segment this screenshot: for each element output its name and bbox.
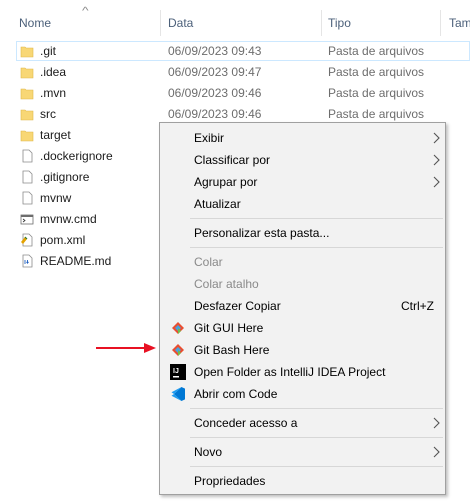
chevron-right-icon bbox=[433, 132, 440, 144]
folder-icon bbox=[20, 88, 34, 100]
folder-icon bbox=[20, 67, 34, 79]
chevron-right-icon bbox=[433, 154, 440, 166]
column-date[interactable]: Data bbox=[168, 16, 193, 30]
vscode-icon bbox=[171, 387, 185, 401]
menu-item-paste-shortcut: Colar atalho bbox=[194, 277, 259, 291]
folder-icon bbox=[20, 130, 34, 142]
column-header: ^ Nome Data Tipo Tam bbox=[0, 0, 470, 40]
menu-separator bbox=[190, 218, 443, 219]
menu-item-properties[interactable]: Propriedades bbox=[160, 470, 445, 492]
chevron-right-icon bbox=[433, 417, 440, 429]
git-gui-icon bbox=[172, 322, 184, 334]
menu-item-refresh[interactable]: Atualizar bbox=[160, 193, 445, 215]
intellij-icon: IJ bbox=[170, 364, 186, 380]
column-divider[interactable] bbox=[440, 10, 441, 36]
menu-item-paste: Colar bbox=[194, 255, 223, 269]
context-menu: Exibir Classificar por Agrupar por Atual… bbox=[159, 122, 446, 495]
file-icon bbox=[22, 170, 33, 184]
folder-icon bbox=[20, 46, 34, 58]
chevron-right-icon bbox=[433, 176, 440, 188]
menu-item-customize[interactable]: Personalizar esta pasta... bbox=[160, 222, 445, 244]
menu-item-undo-copy[interactable]: Desfazer Copiar Ctrl+Z bbox=[160, 295, 445, 317]
menu-item-git-bash[interactable]: Git Bash Here bbox=[160, 339, 445, 361]
menu-item-new[interactable]: Novo bbox=[160, 441, 445, 463]
list-item[interactable]: .mvn 06/09/2023 09:46 Pasta de arquivos bbox=[0, 83, 470, 104]
menu-item-open-code[interactable]: Abrir com Code bbox=[160, 383, 445, 405]
file-icon bbox=[22, 149, 33, 163]
git-bash-icon bbox=[172, 344, 184, 356]
column-divider[interactable] bbox=[160, 10, 161, 36]
chevron-right-icon bbox=[433, 446, 440, 458]
menu-separator bbox=[190, 437, 443, 438]
list-item[interactable]: .idea 06/09/2023 09:47 Pasta de arquivos bbox=[0, 62, 470, 83]
menu-separator bbox=[190, 408, 443, 409]
menu-separator bbox=[190, 466, 443, 467]
xml-file-icon bbox=[21, 233, 33, 247]
column-name[interactable]: Nome bbox=[19, 16, 51, 30]
menu-item-give-access[interactable]: Conceder acesso a bbox=[160, 412, 445, 434]
md-file-icon bbox=[22, 254, 33, 268]
svg-text:IJ: IJ bbox=[173, 368, 179, 375]
red-arrow-icon bbox=[96, 343, 156, 353]
folder-icon bbox=[20, 109, 34, 121]
menu-item-git-gui[interactable]: Git GUI Here bbox=[160, 317, 445, 339]
menu-item-open-intellij[interactable]: IJ Open Folder as IntelliJ IDEA Project bbox=[160, 361, 445, 383]
column-type[interactable]: Tipo bbox=[328, 16, 351, 30]
file-icon bbox=[22, 191, 33, 205]
menu-item-sort-by[interactable]: Classificar por bbox=[160, 149, 445, 171]
column-size[interactable]: Tam bbox=[449, 16, 470, 30]
sort-ascending-icon: ^ bbox=[82, 6, 89, 17]
menu-item-view[interactable]: Exibir bbox=[160, 127, 445, 149]
menu-item-group-by[interactable]: Agrupar por bbox=[160, 171, 445, 193]
list-item[interactable]: .git 06/09/2023 09:43 Pasta de arquivos bbox=[0, 41, 470, 62]
menu-separator bbox=[190, 247, 443, 248]
column-divider[interactable] bbox=[321, 10, 322, 36]
cmd-file-icon bbox=[20, 214, 34, 225]
